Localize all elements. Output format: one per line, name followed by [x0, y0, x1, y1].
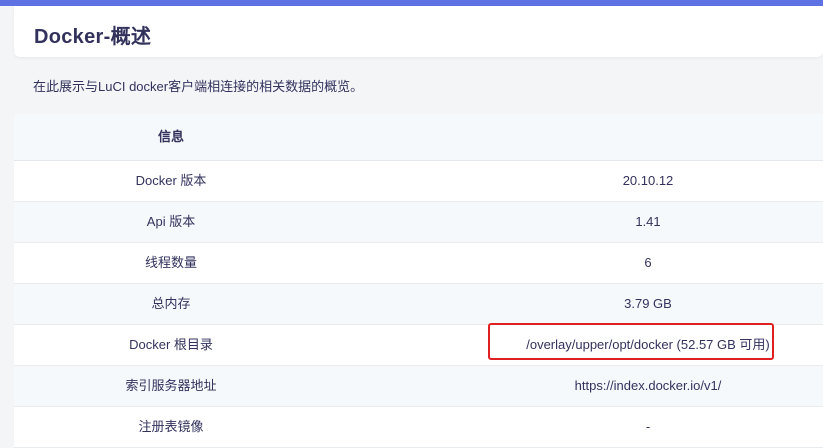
row-key: 索引服务器地址 [125, 378, 217, 393]
row-key: Docker 根目录 [129, 337, 213, 352]
row-key: Docker 版本 [135, 173, 207, 188]
title-card: Docker-概述 [14, 6, 823, 57]
info-table: 信息 Docker 版本 20.10.12 Api 版本 1.41 线程数量 6… [14, 114, 823, 448]
row-value: 20.10.12 [622, 173, 674, 188]
table-row-registry-mirrors: 注册表镜像 - [14, 407, 823, 448]
page-description: 在此展示与LuCI docker客户端相连接的相关数据的概览。 [33, 79, 364, 94]
row-key: 总内存 [151, 296, 191, 311]
row-value: 3.79 GB [624, 296, 672, 311]
page-title: Docker-概述 [34, 26, 152, 48]
row-value: 1.41 [635, 214, 661, 229]
table-row-thread-count: 线程数量 6 [14, 243, 823, 284]
table-header-info: 信息 [157, 129, 184, 144]
row-key: 注册表镜像 [138, 419, 204, 434]
table-header-row: 信息 [14, 114, 823, 161]
row-value: https://index.docker.io/v1/ [574, 378, 722, 393]
table-row-index-server: 索引服务器地址 https://index.docker.io/v1/ [14, 366, 823, 407]
table-row-api-version: Api 版本 1.41 [14, 202, 823, 243]
row-value: - [645, 419, 651, 434]
table-row-docker-version: Docker 版本 20.10.12 [14, 161, 823, 202]
row-value: 6 [644, 255, 652, 270]
highlight-box [488, 323, 774, 360]
table-row-total-memory: 总内存 3.79 GB [14, 284, 823, 325]
row-key: 线程数量 [144, 255, 197, 270]
row-key: Api 版本 [146, 214, 196, 229]
